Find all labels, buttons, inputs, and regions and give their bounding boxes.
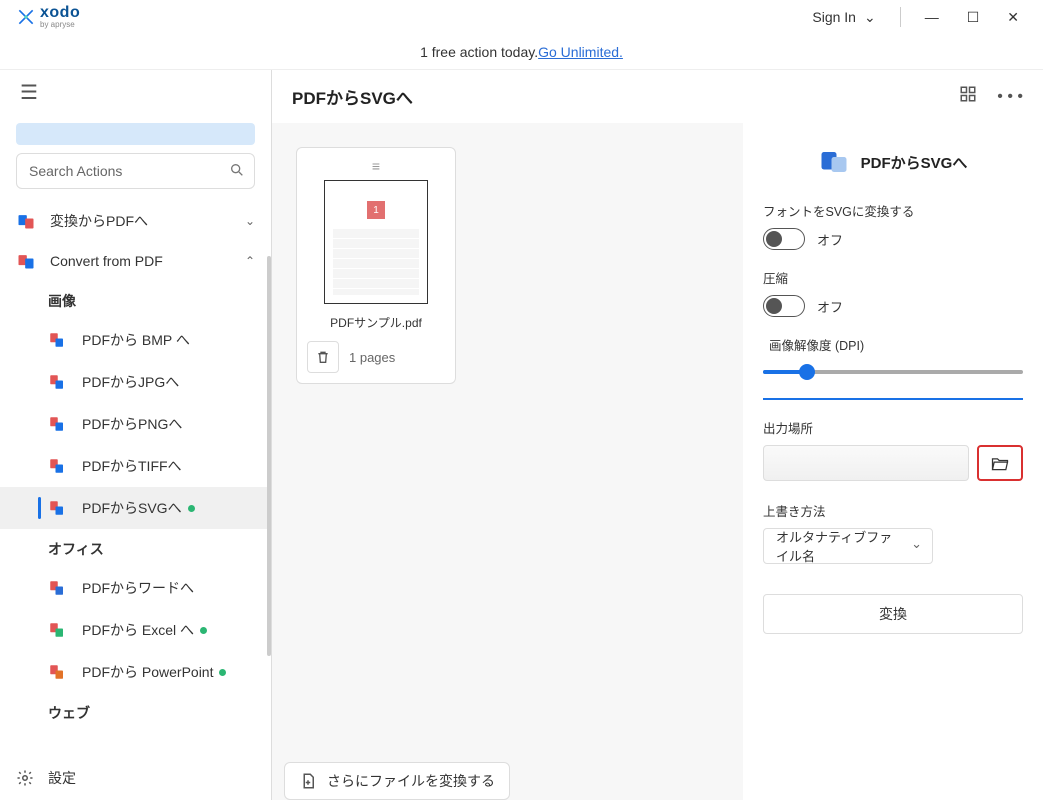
nav-pdf-to-powerpoint[interactable]: PDFから PowerPoint [0,651,271,693]
pdf-svg-icon [819,147,849,177]
new-dot [219,669,226,676]
label-overwrite: 上書き方法 [763,501,1023,520]
sidebar-highlight [16,123,255,145]
file-icon [48,415,66,433]
toggle-compress[interactable] [763,295,805,317]
new-dot [200,627,207,634]
nav-pdf-to-bmp[interactable]: PDFから BMP へ [0,319,271,361]
convert-icon [16,251,36,271]
convert-button[interactable]: 変換 [763,594,1023,634]
file-icon [48,331,66,349]
app-logo: xodoby apryse [8,5,80,29]
convert-icon [16,211,36,231]
grid-view-icon[interactable] [959,85,977,108]
trash-icon [315,349,331,365]
folder-open-icon [990,453,1010,473]
chevron-up-icon: ⌃ [245,254,255,268]
overwrite-select[interactable]: オルタナティブファイル名 [763,528,933,564]
nav-pdf-to-excel[interactable]: PDFから Excel へ [0,609,271,651]
output-path-input[interactable] [763,445,969,481]
page-count: 1 pages [349,350,395,365]
delete-file-button[interactable] [307,341,339,373]
label-font-svg: フォントをSVGに変換する [763,201,1023,220]
file-icon [48,373,66,391]
menu-toggle[interactable]: ☰ [16,78,42,108]
file-icon [48,499,66,517]
gear-icon [16,769,34,787]
minimize-button[interactable]: — [925,9,939,26]
scrollbar[interactable] [267,256,271,656]
drag-handle-icon[interactable]: ≡ [372,158,380,180]
logo-icon [16,7,36,27]
section-office: オフィス [0,529,271,567]
maximize-button[interactable]: ☐ [967,9,980,26]
page-title: PDFからSVGへ [292,84,413,109]
section-web: ウェブ [0,693,271,731]
add-more-files-button[interactable]: さらにファイルを変換する [284,762,510,800]
go-unlimited-link[interactable]: Go Unlimited. [538,44,623,60]
nav-pdf-to-png[interactable]: PDFからPNGへ [0,403,271,445]
label-dpi: 画像解像度 (DPI) [769,335,1023,354]
file-icon [48,457,66,475]
more-icon[interactable]: • • • [997,88,1023,106]
file-icon [48,621,66,639]
signin-menu[interactable]: Sign In⌄ [812,9,875,26]
chevron-down-icon: ⌄ [864,9,876,26]
options-title: PDFからSVGへ [861,152,968,173]
browse-folder-button[interactable] [977,445,1023,481]
nav-pdf-to-tiff[interactable]: PDFからTIFFへ [0,445,271,487]
divider [763,398,1023,400]
search-icon [229,162,245,183]
toggle-value: オフ [817,230,843,249]
settings-button[interactable]: 設定 [0,755,271,800]
file-name: PDFサンプル.pdf [330,314,422,331]
group-convert-from-pdf[interactable]: Convert from PDF⌃ [0,241,271,281]
file-card[interactable]: ≡ 1 PDFサンプル.pdf 1 pages [296,147,456,384]
group-convert-to-pdf[interactable]: 変換からPDFへ⌄ [0,201,271,241]
new-dot [188,505,195,512]
label-compress: 圧縮 [763,268,1023,287]
section-image: 画像 [0,281,271,319]
promo-banner: 1 free action today. Go Unlimited. [0,34,1043,70]
file-thumbnail: 1 [324,180,428,304]
nav-pdf-to-jpg[interactable]: PDFからJPGへ [0,361,271,403]
divider [900,7,901,27]
toggle-value: オフ [817,297,843,316]
nav-pdf-to-word[interactable]: PDFからワードへ [0,567,271,609]
search-input[interactable] [16,153,255,189]
close-button[interactable]: ✕ [1007,9,1019,26]
toggle-font-svg[interactable] [763,228,805,250]
nav-pdf-to-svg[interactable]: PDFからSVGへ [0,487,271,529]
file-icon [48,579,66,597]
dpi-slider[interactable] [763,370,1023,374]
file-plus-icon [299,772,317,790]
chevron-down-icon: ⌄ [245,214,255,228]
label-output: 出力場所 [763,418,1023,437]
file-icon [48,663,66,681]
